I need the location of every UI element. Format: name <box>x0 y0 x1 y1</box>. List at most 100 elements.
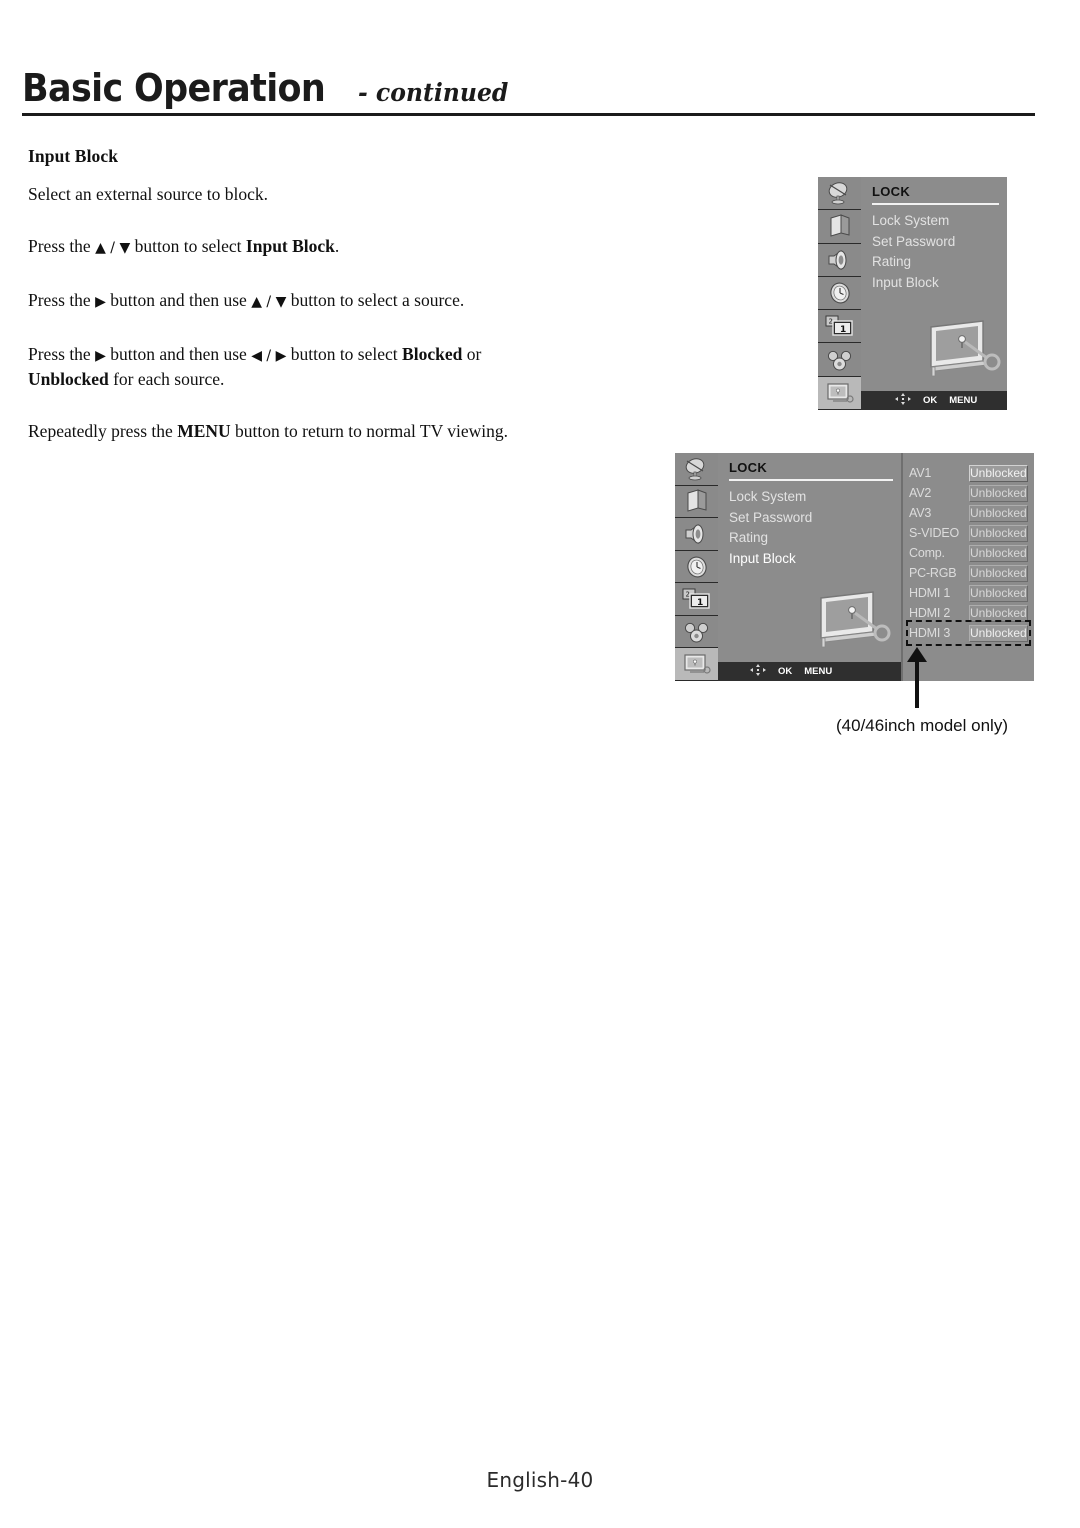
text-run: button to select <box>130 236 246 256</box>
source-label: HDMI 2 <box>909 606 951 620</box>
table-row[interactable]: AV2 Unblocked <box>909 483 1028 503</box>
osd-menu-item-rating[interactable]: Rating <box>872 252 1007 273</box>
osd-hint-ok: OK <box>923 395 938 406</box>
source-state-value[interactable]: Unblocked <box>969 564 1028 582</box>
source-label: PC-RGB <box>909 566 957 580</box>
nav-4way-icon <box>895 393 911 408</box>
osd-panel-title: LOCK <box>729 460 768 475</box>
right-arrow-icon: ▶ <box>95 348 106 364</box>
text-run: button and then use <box>105 290 252 310</box>
source-state-value[interactable]: Unblocked <box>969 604 1028 622</box>
source-state-value[interactable]: Unblocked <box>969 464 1028 482</box>
osd-menu-item-lock-system[interactable]: Lock System <box>729 487 901 508</box>
rail-item-lock-tv-icon[interactable] <box>675 648 718 682</box>
osd-hint-bar: OK MENU <box>861 391 1007 410</box>
text-run: button and then use <box>105 344 252 364</box>
tv-with-key-illustration <box>799 588 891 655</box>
source-state-value[interactable]: Unblocked <box>969 484 1028 502</box>
header-divider <box>22 113 1035 116</box>
source-label: S-VIDEO <box>909 526 959 540</box>
instruction-paragraph-2: Press the ▲ / ▼ button to select Input B… <box>28 235 668 260</box>
emphasis-menu: MENU <box>177 421 231 441</box>
table-row[interactable]: HDMI 2 Unblocked <box>909 603 1028 623</box>
nav-4way-icon <box>750 664 766 679</box>
osd-screenshot-lock-menu: 21 LOCK Lock System Set Password Rating … <box>818 177 1007 410</box>
callout-arrow-icon <box>907 647 927 708</box>
osd-hint-bar: OK MENU <box>718 662 901 681</box>
rail-item-pip-icon[interactable]: 21 <box>818 310 861 344</box>
rail-item-speaker-icon[interactable] <box>675 518 718 551</box>
page-title: Basic Operation <box>22 66 326 110</box>
instructions-block: Input Block Select an external source to… <box>28 146 668 443</box>
osd-icon-rail: 21 <box>675 453 718 682</box>
text-run: Press the <box>28 290 96 310</box>
rail-item-picture-panel-icon[interactable] <box>675 485 718 519</box>
manual-page: Basic Operation - continued Input Block S… <box>0 0 1080 1528</box>
text-run: Press the <box>28 344 96 364</box>
osd-menu-item-lock-system[interactable]: Lock System <box>872 211 1007 232</box>
source-state-value[interactable]: Unblocked <box>969 524 1028 542</box>
table-row[interactable]: HDMI 1 Unblocked <box>909 583 1028 603</box>
page-footer: English-40 <box>486 1468 594 1492</box>
rail-item-pip-icon[interactable]: 21 <box>675 583 718 616</box>
rail-item-setup-gears-icon[interactable] <box>675 615 718 649</box>
tv-with-key-illustration <box>909 317 1001 384</box>
table-row[interactable]: AV1 Unblocked <box>909 463 1028 483</box>
instruction-paragraph-5: Repeatedly press the MENU button to retu… <box>28 420 668 443</box>
osd-menu-item-set-password[interactable]: Set Password <box>729 508 901 529</box>
source-state-value[interactable]: Unblocked <box>969 544 1028 562</box>
section-heading: Input Block <box>28 146 119 166</box>
table-row[interactable]: S-VIDEO Unblocked <box>909 523 1028 543</box>
table-row-highlighted[interactable]: HDMI 3 Unblocked <box>906 620 1031 646</box>
table-row[interactable]: Comp. Unblocked <box>909 543 1028 563</box>
source-label: AV2 <box>909 486 932 500</box>
rail-item-clock-icon[interactable] <box>675 550 718 584</box>
source-state-value[interactable]: Unblocked <box>969 624 1028 642</box>
rail-item-satellite-dish-icon[interactable] <box>675 453 718 486</box>
osd-hint-ok: OK <box>778 666 793 677</box>
osd-menu-item-input-block[interactable]: Input Block <box>872 273 1007 294</box>
source-state-value[interactable]: Unblocked <box>969 504 1028 522</box>
source-label: Comp. <box>909 546 945 560</box>
source-label: HDMI 1 <box>909 586 951 600</box>
osd-menu-item-set-password[interactable]: Set Password <box>872 232 1007 253</box>
rail-item-lock-tv-icon[interactable] <box>818 376 861 410</box>
osd-menu-item-input-block[interactable]: Input Block <box>729 549 901 570</box>
text-run: . <box>334 236 340 256</box>
text-run: for each source. <box>108 369 225 389</box>
text-run: Repeatedly press the <box>28 421 178 441</box>
source-state-value[interactable]: Unblocked <box>969 584 1028 602</box>
osd-menu-item-rating[interactable]: Rating <box>729 528 901 549</box>
page-title-suffix: - continued <box>357 78 508 107</box>
rail-item-setup-gears-icon[interactable] <box>818 343 861 377</box>
updown-arrows-icon: ▲ / ▼ <box>251 294 287 310</box>
svg-text:2: 2 <box>685 591 689 599</box>
text-run: Press the <box>28 236 96 256</box>
table-row[interactable]: PC-RGB Unblocked <box>909 563 1028 583</box>
text-run: button to select <box>286 344 403 364</box>
rail-item-clock-icon[interactable] <box>818 276 861 311</box>
leftright-arrows-icon: ◀ / ▶ <box>251 348 287 364</box>
osd-icon-rail: 21 <box>818 177 861 410</box>
updown-arrows-icon: ▲ / ▼ <box>95 240 131 256</box>
emphasis-unblocked: Unblocked <box>28 369 109 389</box>
osd-menu-list: Lock System Set Password Rating Input Bl… <box>861 205 1007 293</box>
rail-item-satellite-dish-icon[interactable] <box>818 177 861 211</box>
osd-screenshot-input-block: 21 LOCK Lock System Set Password Rating … <box>675 453 1034 682</box>
rail-item-picture-panel-icon[interactable] <box>818 210 861 244</box>
osd-menu-panel: LOCK Lock System Set Password Rating Inp… <box>718 453 901 681</box>
osd-menu-panel: LOCK Lock System Set Password Rating Inp… <box>861 177 1007 410</box>
source-label: AV1 <box>909 466 932 480</box>
table-row[interactable]: AV3 Unblocked <box>909 503 1028 523</box>
svg-text:1: 1 <box>697 598 703 608</box>
text-run: button to return to normal TV viewing. <box>230 421 509 441</box>
instruction-paragraph-1: Select an external source to block. <box>28 183 668 206</box>
paragraph-text: Select an external source to block. <box>28 184 269 204</box>
source-label: HDMI 3 <box>909 626 951 640</box>
osd-panel-title: LOCK <box>872 184 911 199</box>
rail-item-speaker-icon[interactable] <box>818 243 861 277</box>
text-run: or <box>462 344 482 364</box>
callout-label: (40/46inch model only) <box>836 716 1008 735</box>
emphasis-input-block: Input Block <box>245 236 335 256</box>
right-arrow-icon: ▶ <box>95 294 106 310</box>
